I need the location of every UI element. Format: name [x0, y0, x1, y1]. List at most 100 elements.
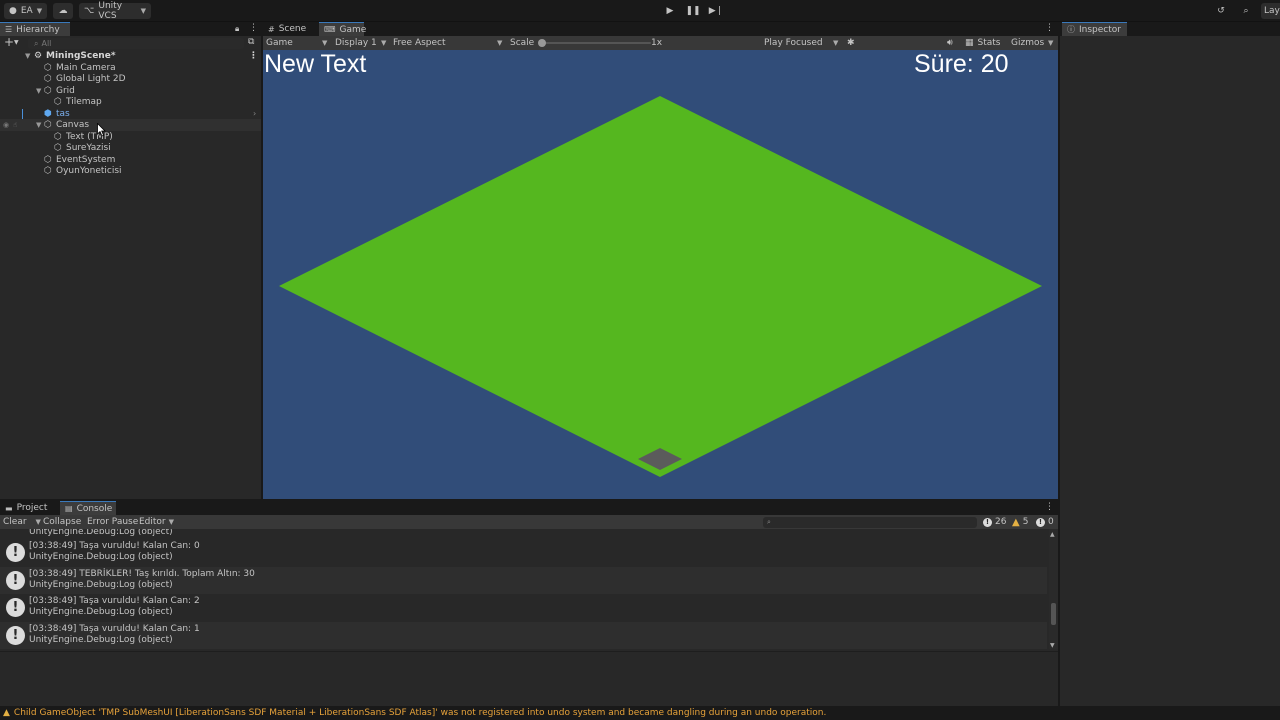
bug-button[interactable]: ✱: [847, 36, 855, 50]
play-button[interactable]: ▶: [660, 3, 680, 19]
hierarchy-item[interactable]: ⬡ OyunYoneticisi: [0, 165, 261, 177]
error-pause-toggle[interactable]: Error Pause: [87, 515, 138, 529]
tab-hierarchy[interactable]: ☰ Hierarchy: [0, 22, 70, 36]
display-dropdown[interactable]: Display 1 ▼: [335, 36, 387, 50]
editor-dropdown[interactable]: Editor ▼: [139, 515, 174, 529]
gameobject-icon: ⬡: [44, 165, 52, 176]
log-message: [03:38:49] TEBRİKLER! Taş kırıldı. Topla…: [29, 569, 255, 579]
stats-icon: ▦: [965, 38, 974, 48]
cloud-button[interactable]: ☁: [53, 3, 73, 19]
fold-open-icon[interactable]: ▼: [25, 52, 30, 60]
tab-inspector-label: Inspector: [1079, 24, 1121, 35]
tab-project[interactable]: ▬ Project: [0, 501, 55, 515]
vcs-dropdown[interactable]: ⌥ Unity VCS ▼: [79, 1, 151, 21]
fold-open-icon[interactable]: ▼: [36, 121, 41, 129]
prefab-icon: ⬢: [44, 108, 52, 119]
log-row[interactable]: ! [03:38:49] TEBRİKLER! Taş kırıldı. Top…: [0, 567, 1047, 594]
hierarchy-item[interactable]: ⬡ Main Camera: [0, 62, 261, 74]
scale-slider-handle[interactable]: [538, 39, 546, 47]
aspect-dropdown[interactable]: Free Aspect ▼: [393, 36, 503, 50]
visibility-icon[interactable]: ◉: [3, 121, 9, 129]
hierarchy-item[interactable]: ⬡ Tilemap: [0, 96, 261, 108]
scene-visibility-icon[interactable]: ⧉: [248, 37, 254, 47]
play-focus-dropdown[interactable]: Play Focused ▼: [764, 36, 840, 50]
hierarchy-search-row: + ▼ ⌕ All ⧉: [0, 36, 261, 50]
hierarchy-item-label: tas: [56, 108, 70, 119]
lock-icon[interactable]: 🔒︎: [235, 24, 239, 34]
status-bar[interactable]: ▲ Child GameObject 'TMP SubMeshUI [Liber…: [0, 706, 1280, 720]
history-button[interactable]: ↺: [1211, 3, 1231, 19]
stats-label: Stats: [977, 38, 1001, 48]
hierarchy-item[interactable]: ⬡ EventSystem: [0, 154, 261, 166]
hierarchy-item[interactable]: ⬡ Global Light 2D: [0, 73, 261, 85]
console-scroll-thumb[interactable]: [1051, 603, 1056, 625]
scene-grid-icon: #: [268, 24, 275, 34]
hierarchy-item-label: Tilemap: [66, 96, 102, 107]
tab-scene[interactable]: # Scene: [263, 22, 311, 36]
more-menu-icon[interactable]: ⋮: [249, 51, 258, 61]
game-canvas[interactable]: New Text Süre: 20: [263, 50, 1058, 499]
mute-audio-button[interactable]: 🔊︎: [947, 36, 953, 50]
chevron-down-icon[interactable]: ▼: [14, 39, 19, 46]
scroll-up-icon[interactable]: ▲: [1050, 531, 1055, 538]
game-tabbar: # Scene ⌨ Game ⋮: [263, 22, 1058, 36]
search-button[interactable]: ⌕: [1236, 3, 1256, 19]
add-icon[interactable]: +: [4, 36, 14, 49]
vcs-label: Unity VCS: [98, 1, 123, 21]
info-count-toggle[interactable]: ! 26: [983, 515, 1006, 529]
list-icon: ☰: [5, 25, 13, 34]
hierarchy-item[interactable]: ⬡ SureYazisi: [0, 142, 261, 154]
more-menu-icon[interactable]: ⋮: [1045, 502, 1054, 512]
play-focus-label: Play Focused: [764, 38, 823, 48]
hierarchy-item[interactable]: ⬡ Text (TMP): [0, 131, 261, 143]
tab-console[interactable]: ▤ Console: [60, 501, 116, 515]
stats-button[interactable]: ▦ Stats: [965, 36, 1001, 50]
console-scrollbar[interactable]: ▲ ▼: [1049, 529, 1058, 649]
log-stacktrace: UnityEngine.Debug:Log (object): [29, 635, 173, 645]
gameobject-icon: ⬡: [54, 96, 62, 107]
gamepad-icon: ⌨: [324, 25, 336, 34]
hierarchy-item[interactable]: ⬢ tas ›: [0, 108, 261, 120]
status-message: Child GameObject 'TMP SubMeshUI [Liberat…: [13, 708, 827, 718]
step-button[interactable]: ▶❘: [706, 3, 726, 19]
clear-dropdown[interactable]: Clear ▼: [3, 515, 41, 529]
log-row[interactable]: ! [03:38:49] Taşa vuruldu! Kalan Can: 1 …: [0, 622, 1047, 649]
chevron-down-icon: ▼: [1048, 39, 1054, 47]
more-menu-icon[interactable]: ⋮: [249, 23, 258, 33]
gameobject-icon: ⬡: [44, 73, 52, 84]
scale-slider-track[interactable]: [545, 42, 651, 44]
log-row[interactable]: ! [03:38:49] Taşa vuruldu! Kalan Can: 2 …: [0, 594, 1047, 621]
gizmos-dropdown[interactable]: Gizmos ▼: [1011, 36, 1056, 50]
log-row[interactable]: ! [03:38:49] Taşa vuruldu! Kalan Can: 0 …: [0, 539, 1047, 566]
search-placeholder: All: [41, 39, 52, 48]
pause-button[interactable]: ❚❚: [683, 3, 703, 19]
tab-inspector[interactable]: ⓘ Inspector: [1062, 22, 1127, 36]
tab-game[interactable]: ⌨ Game: [319, 22, 366, 36]
collapse-toggle[interactable]: Collapse: [43, 515, 81, 529]
gameobject-icon: ⬡: [44, 119, 52, 130]
scene-row[interactable]: ▼ ⚙ MiningScene* ⋮: [0, 50, 261, 62]
console-search-input[interactable]: ⌕: [763, 517, 977, 528]
layout-dropdown[interactable]: Lay: [1261, 3, 1280, 19]
game-mode-dropdown[interactable]: Game ▼: [266, 36, 328, 50]
prefab-marker: [22, 109, 23, 119]
hierarchy-search-input[interactable]: ⌕ All: [28, 38, 244, 49]
hierarchy-item-label: EventSystem: [56, 154, 116, 165]
console-panel: ▬ Project ▤ Console ⋮ Clear ▼ Collapse E…: [0, 501, 1058, 706]
scroll-down-icon[interactable]: ▼: [1050, 642, 1055, 649]
warning-count-toggle[interactable]: ▲ 5: [1012, 515, 1028, 529]
account-dropdown[interactable]: ● EA ▼: [4, 3, 47, 19]
hierarchy-item[interactable]: ◉ ☝ ▼ ⬡ Canvas: [0, 119, 261, 131]
chevron-down-icon: ▼: [833, 39, 839, 47]
hierarchy-item[interactable]: ▼ ⬡ Grid: [0, 85, 261, 97]
more-menu-icon[interactable]: ⋮: [1045, 23, 1054, 33]
chevron-down-icon: ▼: [35, 518, 41, 526]
error-count-toggle[interactable]: ! 0: [1036, 515, 1054, 529]
chevron-down-icon: ▼: [36, 7, 43, 15]
warning-icon: ▲: [3, 708, 10, 718]
log-row-partial[interactable]: UnityEngine.Debug:Log (object): [0, 529, 1047, 537]
hierarchy-item-label: OyunYoneticisi: [56, 165, 122, 176]
chevron-right-icon[interactable]: ›: [253, 109, 256, 118]
fold-open-icon[interactable]: ▼: [36, 87, 41, 95]
pickable-icon[interactable]: ☝: [13, 121, 17, 129]
